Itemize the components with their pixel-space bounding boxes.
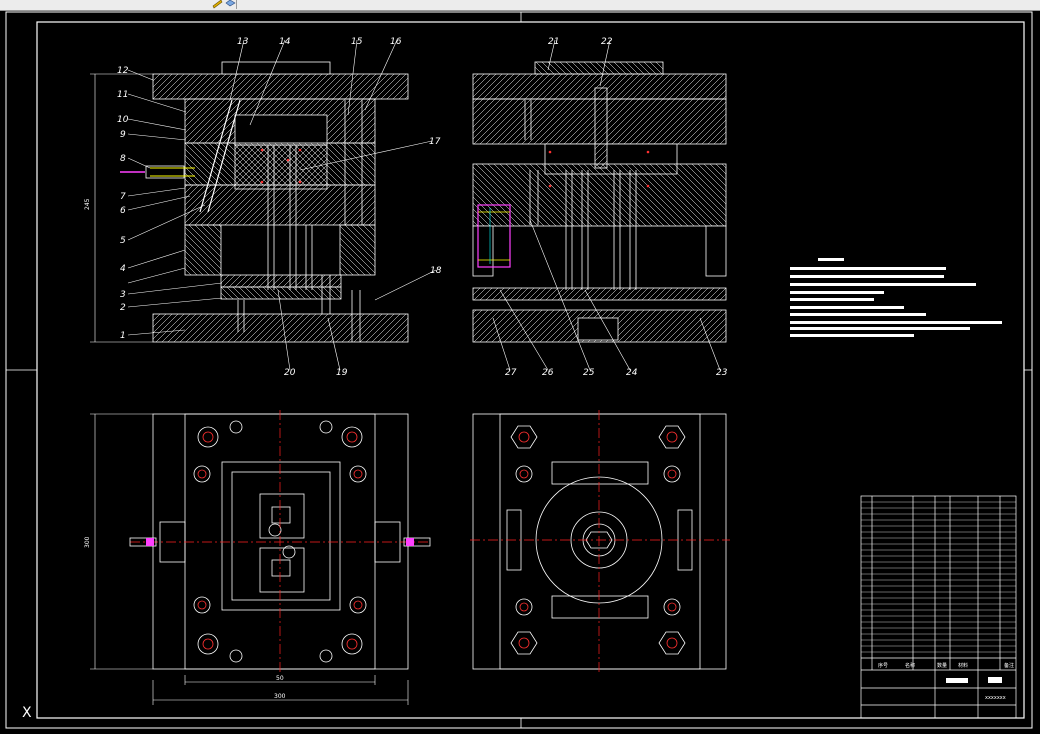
- dim-bottom-height: 300: [84, 536, 91, 548]
- sheet-corner-mark: X: [22, 705, 32, 721]
- part-label-16: 16: [390, 37, 402, 47]
- part-label-3: 3: [120, 290, 126, 300]
- bom-rows: [861, 501, 1016, 653]
- part-label-15: 15: [351, 37, 363, 47]
- part-label-1: 1: [120, 331, 126, 341]
- title-block-fill: [946, 677, 1002, 683]
- part-label-5: 5: [120, 236, 126, 246]
- part-label-24: 24: [626, 368, 638, 378]
- part-label-23: 23: [716, 368, 728, 378]
- measure-icon[interactable]: [212, 0, 223, 9]
- plan-view-left-centerlines: [130, 410, 430, 674]
- part-label-2: 2: [120, 303, 126, 313]
- bom-header-no: 序号: [878, 662, 888, 669]
- part-label-26: 26: [542, 368, 554, 378]
- toolbar: [0, 0, 1040, 11]
- section-view-left: [90, 61, 409, 343]
- section-view-right: [472, 61, 727, 343]
- title-block: [860, 495, 1017, 719]
- dim-inner-width: 50: [276, 675, 284, 682]
- part-label-11: 11: [117, 90, 128, 100]
- part-label-6: 6: [120, 206, 126, 216]
- part-label-4: 4: [120, 264, 126, 274]
- bom-header-name: 名称: [905, 662, 915, 669]
- technical-requirements-notes: [790, 258, 1002, 337]
- part-label-13: 13: [237, 37, 249, 47]
- part-label-25: 25: [583, 368, 595, 378]
- part-label-14: 14: [279, 37, 291, 47]
- part-label-7: 7: [120, 192, 126, 202]
- part-label-20: 20: [284, 368, 296, 378]
- drawing-number: xxxxxxx: [985, 695, 1006, 701]
- part-label-10: 10: [117, 115, 129, 125]
- part-label-18: 18: [430, 266, 442, 276]
- bom-header-material: 材料: [958, 662, 968, 669]
- plan-view-right: [472, 413, 727, 670]
- cad-drawing-canvas[interactable]: X 245 1 2 3 4 5 6 7 8 9 10 11 12 13 14 1…: [0, 11, 1040, 734]
- bom-header-remark: 备注: [1004, 662, 1014, 669]
- part-label-9: 9: [120, 130, 126, 140]
- part-label-21: 21: [548, 37, 559, 47]
- part-label-27: 27: [505, 368, 517, 378]
- plan-view-right-centerlines: [470, 410, 730, 674]
- dim-left-height: 245: [84, 198, 91, 210]
- layer-icon[interactable]: [225, 0, 236, 9]
- part-label-12: 12: [117, 66, 129, 76]
- part-label-19: 19: [336, 368, 348, 378]
- bom-header-qty: 数量: [937, 662, 947, 669]
- part-label-22: 22: [601, 37, 613, 47]
- part-label-8: 8: [120, 154, 126, 164]
- plan-view-left: [90, 413, 409, 705]
- toolbar-separator: [236, 0, 237, 9]
- dim-outer-width: 300: [274, 693, 286, 700]
- part-label-17: 17: [429, 137, 441, 147]
